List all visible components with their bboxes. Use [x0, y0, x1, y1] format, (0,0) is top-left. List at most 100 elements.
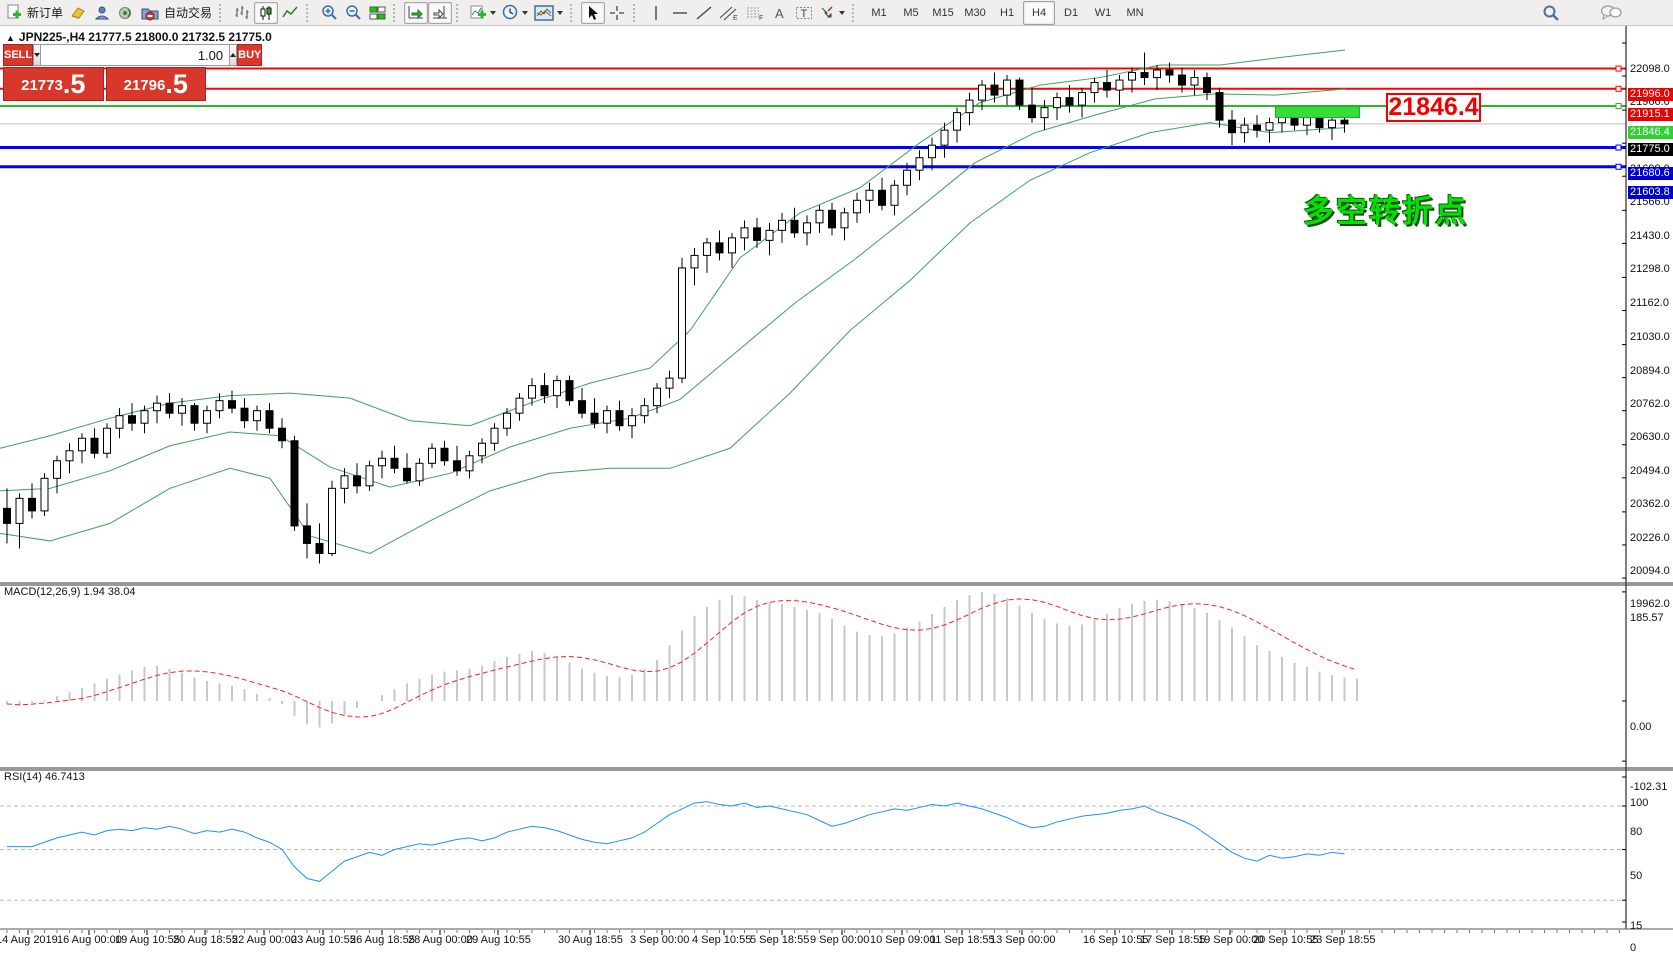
candle — [779, 220, 786, 230]
timeframe-mn[interactable]: MN — [1119, 1, 1151, 25]
candle — [991, 85, 998, 95]
candle — [516, 398, 523, 413]
bar-chart-button[interactable] — [230, 2, 254, 24]
chat-button[interactable] — [1597, 2, 1625, 24]
crosshair-tool-button[interactable] — [605, 2, 629, 24]
date-tick-label: 9 Sep 00:00 — [810, 934, 869, 946]
sell-price-display[interactable]: 21773.5 — [3, 67, 104, 101]
templates-button[interactable] — [531, 2, 566, 24]
volume-increase-button[interactable] — [229, 44, 237, 66]
candle — [566, 381, 573, 401]
tile-windows-icon — [369, 5, 386, 21]
candle — [204, 411, 211, 424]
candle — [129, 416, 136, 424]
candle — [1316, 118, 1323, 128]
timeframe-group: M1M5M15M30H1H4D1W1MN — [863, 1, 1151, 25]
auto-trading-button[interactable]: 自动交易 — [138, 2, 215, 24]
trendline-tool-button[interactable] — [692, 2, 716, 24]
price-callout-label[interactable]: 21846.4 — [1386, 93, 1481, 122]
candle — [1204, 78, 1211, 93]
sell-button[interactable]: SELL — [3, 44, 33, 66]
candle — [1191, 78, 1198, 86]
candle — [16, 498, 23, 523]
highlight-rectangle[interactable] — [1275, 106, 1360, 118]
candle — [279, 428, 286, 441]
one-click-trade-panel: SELL BUY 21773.5 21796.5 — [3, 44, 206, 102]
text-tool-button[interactable]: A — [768, 2, 792, 24]
candle — [816, 210, 823, 223]
candle — [1179, 75, 1186, 85]
indicators-button[interactable] — [467, 2, 499, 24]
volume-input[interactable] — [41, 44, 229, 66]
candle — [691, 255, 698, 268]
date-tick-label: 14 Aug 2019 — [0, 934, 58, 946]
auto-scroll-button[interactable] — [404, 2, 428, 24]
axis-tick-label: 0.00 — [1630, 721, 1673, 733]
clock-icon — [502, 4, 519, 21]
date-tick-label: 30 Aug 18:55 — [558, 934, 623, 946]
new-order-button[interactable]: 新订单 — [3, 2, 66, 24]
candle — [179, 406, 186, 414]
arrows-shapes-icon — [819, 5, 836, 21]
zoom-out-button[interactable] — [341, 2, 365, 24]
volume-decrease-button[interactable] — [33, 44, 41, 66]
timeframe-m15[interactable]: M15 — [927, 1, 959, 25]
new-order-label: 新订单 — [27, 4, 63, 21]
candle — [54, 461, 61, 479]
fibonacci-tool-button[interactable]: F — [742, 2, 768, 24]
text-icon: A — [773, 5, 787, 21]
periods-button[interactable] — [499, 2, 531, 24]
candle — [604, 411, 611, 424]
text-label-tool-button[interactable]: T — [792, 2, 816, 24]
date-tick-label: 16 Sep 10:55 — [1083, 934, 1148, 946]
channel-tool-button[interactable]: E — [716, 2, 742, 24]
candle — [141, 411, 148, 424]
candle — [1216, 93, 1223, 121]
timeframe-h4[interactable]: H4 — [1023, 1, 1055, 25]
tile-windows-button[interactable] — [365, 2, 389, 24]
timeframe-w1[interactable]: W1 — [1087, 1, 1119, 25]
timeframe-m1[interactable]: M1 — [863, 1, 895, 25]
candle — [429, 448, 436, 463]
search-button[interactable] — [1539, 2, 1563, 24]
timeframe-m5[interactable]: M5 — [895, 1, 927, 25]
line-chart-button[interactable] — [278, 2, 302, 24]
price-tag: 21915.1 — [1628, 108, 1673, 121]
date-tick-label: 29 Aug 10:55 — [466, 934, 531, 946]
timeframe-h1[interactable]: H1 — [991, 1, 1023, 25]
candle — [954, 113, 961, 131]
signal-button[interactable] — [114, 2, 138, 24]
vertical-line-tool-button[interactable] — [644, 2, 668, 24]
chart-plot-svg[interactable] — [0, 26, 1673, 952]
candlestick-chart-button[interactable] — [254, 2, 278, 24]
candle — [166, 403, 173, 413]
shapes-tool-button[interactable] — [816, 2, 848, 24]
timeframe-m30[interactable]: M30 — [959, 1, 991, 25]
candle — [316, 543, 323, 553]
collapse-icon[interactable]: ▲ — [6, 33, 15, 43]
candle — [104, 428, 111, 453]
cursor-tool-button[interactable] — [581, 2, 605, 24]
profile-button[interactable] — [90, 2, 114, 24]
candle — [1154, 70, 1161, 78]
timeframe-d1[interactable]: D1 — [1055, 1, 1087, 25]
horizontal-line-tool-button[interactable] — [668, 2, 692, 24]
candle — [804, 223, 811, 233]
buy-price-display[interactable]: 21796.5 — [106, 67, 207, 101]
journal-button[interactable] — [66, 2, 90, 24]
candle — [416, 463, 423, 481]
candle — [1254, 125, 1261, 130]
macd-label: MACD(12,26,9) 1.94 38.04 — [4, 586, 135, 598]
axis-tick-label: 20762.0 — [1630, 398, 1673, 410]
chart-shift-button[interactable] — [428, 2, 452, 24]
buy-button[interactable]: BUY — [237, 44, 262, 66]
candle — [1229, 120, 1236, 133]
axis-tick-label: 21162.0 — [1630, 297, 1673, 309]
signal-icon — [117, 5, 135, 21]
svg-text:A: A — [775, 6, 784, 21]
axis-tick-label: 20494.0 — [1630, 465, 1673, 477]
toolbar-separator — [456, 4, 463, 22]
chart-annotation-text[interactable]: 多空转折点 — [1303, 186, 1468, 231]
zoom-in-button[interactable] — [317, 2, 341, 24]
candle — [1329, 120, 1336, 128]
